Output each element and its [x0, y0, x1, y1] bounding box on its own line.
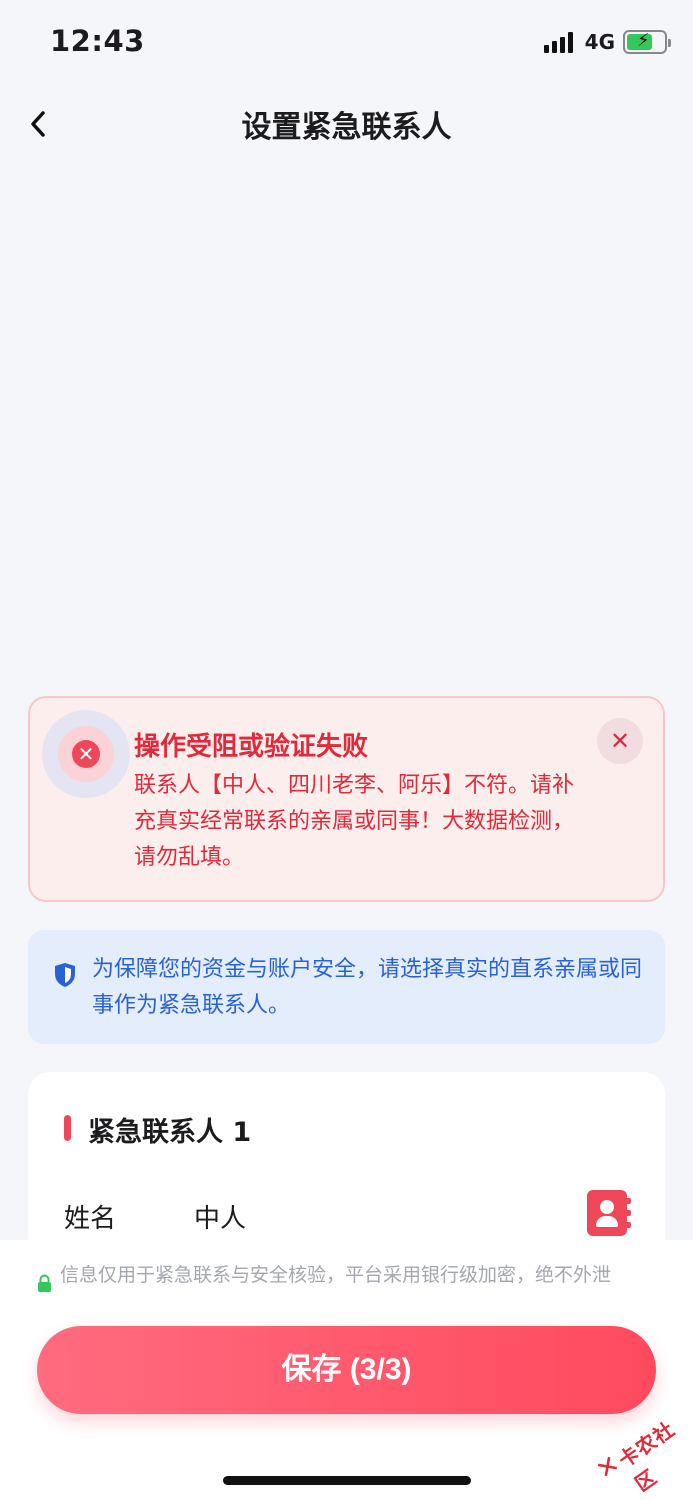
- navigation-bar: 设置紧急联系人: [0, 86, 693, 166]
- home-indicator: [223, 1476, 471, 1485]
- error-alert: ✕ 操作受阻或验证失败 联系人【中人、四川老李、阿乐】不符。请补充真实经常联系的…: [28, 696, 665, 902]
- security-info-text: 为保障您的资金与账户安全，请选择真实的直系亲属或同事作为紧急联系人。: [92, 957, 643, 1018]
- signal-icon: [543, 31, 573, 53]
- status-time: 12:43: [50, 24, 145, 58]
- alert-close-button[interactable]: ✕: [597, 718, 643, 764]
- card-title: 紧急联系人 1: [88, 1117, 252, 1148]
- status-indicators: 4G ⚡: [543, 30, 671, 54]
- lock-icon: [38, 1274, 51, 1292]
- card-title-accent: [64, 1115, 71, 1141]
- battery-icon: ⚡: [623, 30, 671, 54]
- shield-icon: [55, 963, 75, 987]
- page-title: 设置紧急联系人: [241, 110, 452, 145]
- bottom-action-sheet: 信息仅用于紧急联系与安全核验，平台采用银行级加密，绝不外泄 保存 (3/3): [0, 1240, 693, 1500]
- name-field[interactable]: 中人: [194, 1198, 246, 1235]
- error-icon: ✕: [72, 740, 100, 768]
- alert-message: 联系人【中人、四川老李、阿乐】不符。请补充真实经常联系的亲属或同事！大数据检测，…: [134, 773, 575, 870]
- alert-title: 操作受阻或验证失败: [134, 732, 369, 762]
- contact-book-icon[interactable]: [587, 1190, 631, 1236]
- security-info-banner: 为保障您的资金与账户安全，请选择真实的直系亲属或同事作为紧急联系人。: [28, 930, 665, 1044]
- network-type: 4G: [584, 30, 615, 54]
- close-icon: ✕: [609, 727, 631, 755]
- status-bar: 12:43 4G ⚡: [0, 0, 693, 86]
- save-button[interactable]: 保存 (3/3): [37, 1326, 656, 1414]
- name-label: 姓名: [64, 1204, 117, 1234]
- privacy-note: 信息仅用于紧急联系与安全核验，平台采用银行级加密，绝不外泄: [60, 1264, 612, 1286]
